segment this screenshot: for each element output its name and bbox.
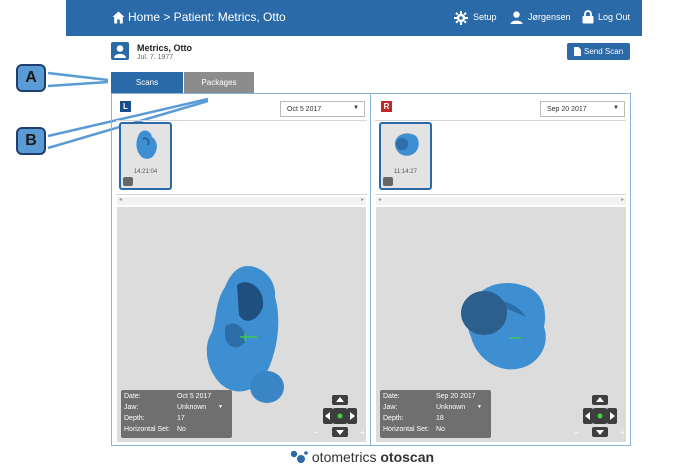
setup-link[interactable]: Setup xyxy=(473,12,497,22)
zoom-out-icon[interactable]: − xyxy=(314,428,319,437)
left-3d-viewport[interactable]: Date: Oct 5 2017 Jaw: Unknown ▼ Depth: 1… xyxy=(117,207,366,442)
info-jaw-label: Jaw: xyxy=(383,404,398,411)
right-scrollbar[interactable]: ◂ ▸ xyxy=(376,197,626,205)
ear-icon xyxy=(123,177,133,186)
info-date-label: Date: xyxy=(124,393,141,400)
right-header-line xyxy=(375,120,626,121)
left-header-line xyxy=(116,120,367,121)
left-scan-thumbnail[interactable]: 14:21:04 xyxy=(119,122,172,190)
right-date-select[interactable]: Sep 20 2017 ▼ xyxy=(540,101,625,117)
right-scan-thumbnail[interactable]: 11:14:27 xyxy=(379,122,432,190)
left-scrollbar[interactable]: ◂ ▸ xyxy=(117,197,366,205)
right-3d-viewport[interactable]: Date: Sep 20 2017 Jaw: Unknown ▼ Depth: … xyxy=(376,207,626,442)
info-hset-label: Horizontal Set: xyxy=(383,426,429,433)
zoom-in-icon[interactable]: + xyxy=(360,428,365,437)
info-hset-label: Horizontal Set: xyxy=(124,426,170,433)
tab-packages[interactable]: Packages xyxy=(184,72,254,93)
callout-b: B xyxy=(16,127,46,155)
scan-thumbnail-image xyxy=(136,130,157,159)
tab-scans[interactable]: Scans xyxy=(111,72,183,93)
left-date-select[interactable]: Oct 5 2017 ▼ xyxy=(280,101,365,117)
panel-divider xyxy=(370,94,371,445)
scroll-right-icon[interactable]: ▸ xyxy=(621,196,624,203)
logout-link[interactable]: Log Out xyxy=(598,12,630,22)
info-depth-value: 17 xyxy=(177,415,185,422)
person-icon xyxy=(114,45,126,58)
dpad-arrows-icon xyxy=(585,397,615,435)
zoom-out-icon[interactable]: − xyxy=(574,428,579,437)
footer-product: otoscan xyxy=(380,449,435,465)
footer-logo: otometrics otoscan xyxy=(290,449,434,465)
lock-icon[interactable] xyxy=(582,10,594,24)
info-depth-value: 18 xyxy=(436,415,444,422)
chevron-down-icon: ▼ xyxy=(613,105,619,111)
left-thumb-time: 14:21:04 xyxy=(133,169,158,175)
left-thumb-line xyxy=(116,194,367,195)
patient-dob: Jul. 7. 1977 xyxy=(137,54,174,61)
info-jaw-label: Jaw: xyxy=(124,404,139,411)
home-icon[interactable] xyxy=(112,11,125,24)
document-icon xyxy=(574,47,581,56)
info-jaw-select[interactable]: Unknown xyxy=(436,404,465,411)
info-date-value: Sep 20 2017 xyxy=(436,393,476,400)
left-navigation-pad[interactable]: − + xyxy=(314,395,365,441)
user-icon[interactable] xyxy=(510,11,523,24)
send-scan-button[interactable]: Send Scan xyxy=(567,43,630,60)
info-depth-label: Depth: xyxy=(383,415,404,422)
right-thumb-line xyxy=(375,194,626,195)
info-jaw-select[interactable]: Unknown xyxy=(177,404,206,411)
info-depth-label: Depth: xyxy=(124,415,145,422)
scroll-left-icon[interactable]: ◂ xyxy=(378,196,381,203)
right-scan-info: Date: Sep 20 2017 Jaw: Unknown ▼ Depth: … xyxy=(380,390,491,438)
breadcrumb[interactable]: Home > Patient: Metrics, Otto xyxy=(128,10,286,24)
left-ear-badge: L xyxy=(120,101,131,112)
chevron-down-icon: ▼ xyxy=(353,105,359,111)
top-bar: Home > Patient: Metrics, Otto Setup Jørg… xyxy=(66,0,642,36)
zoom-in-icon[interactable]: + xyxy=(620,428,625,437)
footer-brand: otometrics xyxy=(311,449,377,465)
chevron-down-icon: ▼ xyxy=(218,404,223,410)
right-thumb-time: 11:14:27 xyxy=(394,169,417,175)
send-scan-label: Send Scan xyxy=(584,47,624,56)
dpad-arrows-icon xyxy=(325,397,355,435)
info-date-value: Oct 5 2017 xyxy=(177,393,212,400)
right-ear-badge: R xyxy=(381,101,392,112)
scroll-left-icon[interactable]: ◂ xyxy=(119,196,122,203)
right-navigation-pad[interactable]: − + xyxy=(574,395,625,441)
otometrics-logo-icon xyxy=(290,450,308,463)
callout-a: A xyxy=(16,64,46,92)
left-date-value: Oct 5 2017 xyxy=(287,106,322,113)
scan-thumbnail-image xyxy=(394,133,419,156)
user-menu[interactable]: Jørgensen xyxy=(528,12,571,22)
left-scan-info: Date: Oct 5 2017 Jaw: Unknown ▼ Depth: 1… xyxy=(121,390,232,438)
scroll-right-icon[interactable]: ▸ xyxy=(361,196,364,203)
gear-icon[interactable] xyxy=(454,11,468,25)
info-hset-value: No xyxy=(177,426,186,433)
info-hset-value: No xyxy=(436,426,445,433)
chevron-down-icon: ▼ xyxy=(477,404,482,410)
avatar xyxy=(111,42,129,60)
ear-icon xyxy=(383,177,393,186)
patient-name: Metrics, Otto xyxy=(137,43,193,53)
info-date-label: Date: xyxy=(383,393,400,400)
scan-panels: L Oct 5 2017 ▼ 14:21:04 ◂ ▸ Date: Oct 5 … xyxy=(111,93,631,446)
right-date-value: Sep 20 2017 xyxy=(547,106,587,113)
